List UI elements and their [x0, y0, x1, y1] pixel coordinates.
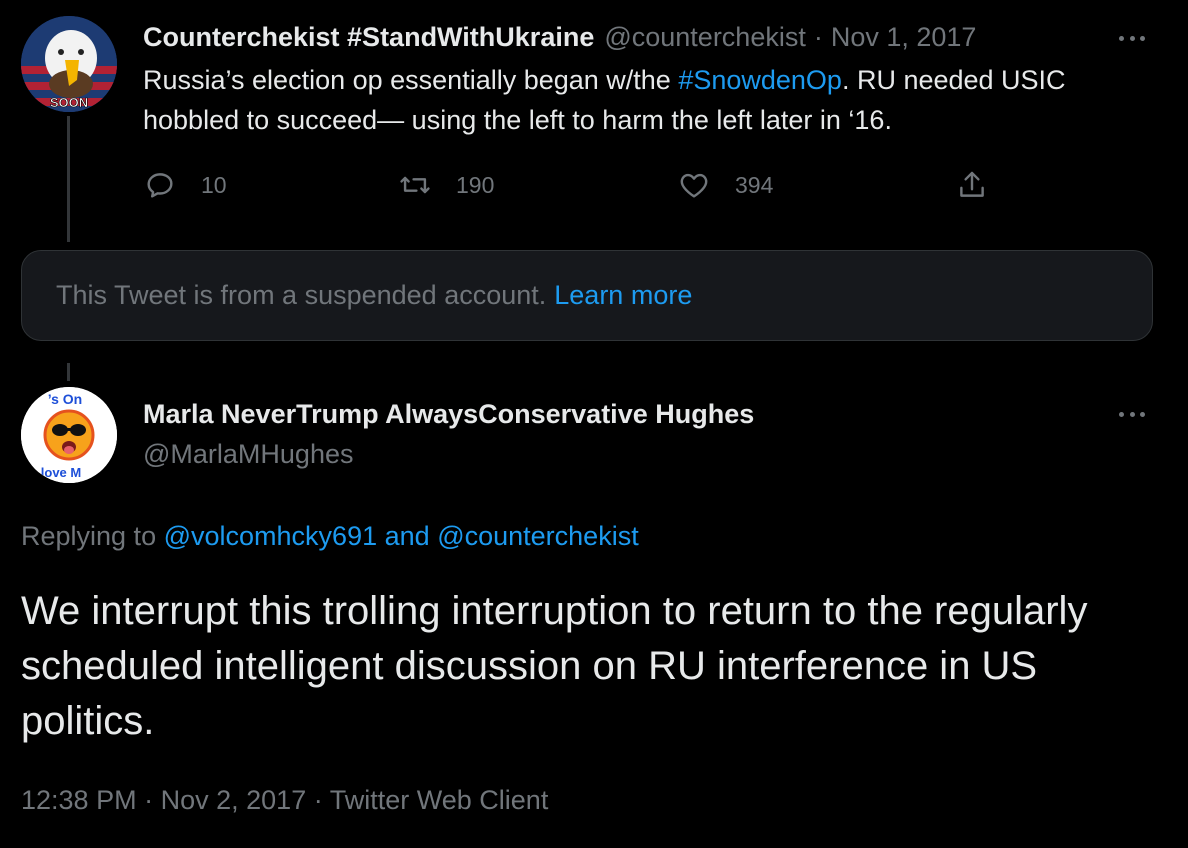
author-name[interactable]: Counterchekist #StandWithUkraine [143, 22, 594, 53]
eagle-avatar-icon: SOON [21, 16, 117, 112]
tweet-text: Russia’s election op essentially began w… [143, 60, 1143, 140]
more-icon[interactable] [1112, 28, 1152, 48]
tweet-date[interactable]: Nov 1, 2017 [831, 22, 977, 53]
tweet-timestamp: 12:38 PM · Nov 2, 2017 · Twitter Web Cli… [21, 783, 548, 817]
tweet-text-part: Russia’s election op essentially began w… [143, 65, 679, 95]
mention-link[interactable]: @volcomhcky691 [164, 521, 378, 551]
share-icon [960, 171, 984, 197]
mention-link[interactable]: @counterchekist [437, 521, 639, 551]
reply-count: 10 [201, 171, 227, 198]
thread-line-middle [67, 363, 70, 381]
like-button[interactable]: 394 [677, 164, 773, 206]
tweet-time[interactable]: 12:38 PM [21, 785, 137, 815]
reply-icon [147, 173, 173, 198]
replying-prefix: Replying to [21, 521, 157, 551]
tweet-text: We interrupt this trolling interruption … [21, 589, 1088, 743]
author-name[interactable]: Marla NeverTrump AlwaysConservative Hugh… [143, 397, 754, 431]
hashtag-link[interactable]: #SnowdenOp [678, 65, 842, 95]
svg-text:love M: love M [41, 465, 81, 480]
heart-icon [680, 173, 708, 198]
separator: · [144, 785, 154, 815]
author-handle[interactable]: @counterchekist [604, 22, 806, 53]
retweet-button[interactable]: 190 [398, 164, 494, 206]
mention-conjunction[interactable]: and [385, 521, 430, 551]
learn-more-link[interactable]: Learn more [554, 280, 692, 311]
tweet-thread: SOON Counterchekist #StandWithUkraine @c… [0, 0, 1188, 848]
share-button[interactable] [955, 164, 989, 206]
more-icon[interactable] [1112, 404, 1152, 424]
retweet-icon [400, 176, 430, 194]
like-count: 394 [735, 171, 774, 198]
replying-to: Replying to @volcomhcky691 and @counterc… [21, 519, 639, 553]
svg-text:’s On: ’s On [48, 391, 83, 407]
svg-text:SOON: SOON [50, 95, 88, 110]
author-handle[interactable]: @MarlaMHughes [143, 437, 353, 471]
tweet-date[interactable]: Nov 2, 2017 [161, 785, 307, 815]
avatar[interactable]: SOON [21, 16, 117, 112]
suspended-message: This Tweet is from a suspended account. [56, 280, 547, 310]
suspended-account-notice: This Tweet is from a suspended account. … [21, 250, 1153, 341]
retweet-count: 190 [456, 171, 495, 198]
tweet-header: Counterchekist #StandWithUkraine @counte… [143, 20, 976, 54]
separator: · [813, 21, 823, 52]
emoji-avatar-icon: ’s On love M [21, 387, 117, 483]
separator: · [313, 785, 323, 815]
reply-button[interactable]: 10 [143, 164, 227, 206]
client-link[interactable]: Twitter Web Client [330, 785, 549, 815]
tweet-actions: 10 190 394 [143, 164, 1003, 206]
avatar[interactable]: ’s On love M [21, 387, 117, 483]
thread-line-top [67, 116, 70, 242]
